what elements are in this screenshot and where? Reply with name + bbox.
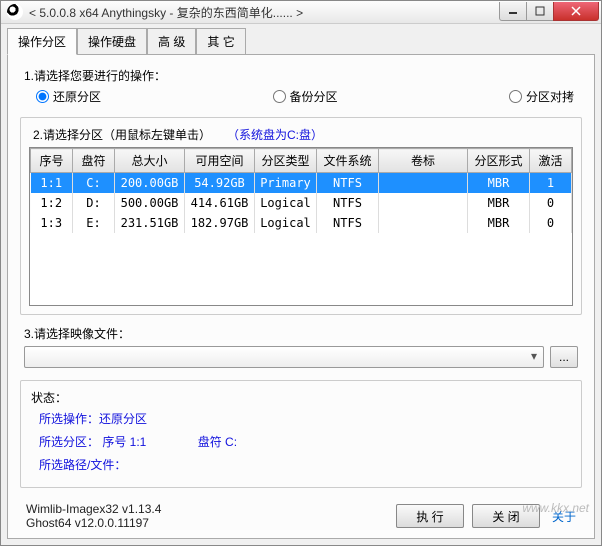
version-info: Wimlib-Imagex32 v1.13.4 Ghost64 v12.0.0.… bbox=[26, 502, 161, 530]
footer: Wimlib-Imagex32 v1.13.4 Ghost64 v12.0.0.… bbox=[20, 496, 582, 530]
cell-c6 bbox=[379, 213, 468, 233]
cell-c4: Logical bbox=[255, 193, 317, 213]
cell-c0: 1:3 bbox=[31, 213, 73, 233]
window-title: < 5.0.0.8 x64 Anythingsky - 复杂的东西简单化....… bbox=[29, 4, 500, 21]
tab-advanced[interactable]: 高 级 bbox=[147, 28, 196, 55]
cell-c2: 500.00GB bbox=[115, 193, 185, 213]
radio-restore[interactable]: 还原分区 bbox=[36, 88, 101, 105]
browse-button[interactable]: ... bbox=[550, 346, 578, 368]
cell-c0: 1:2 bbox=[31, 193, 73, 213]
col-index[interactable]: 序号 bbox=[31, 149, 73, 173]
step2-label: 2.请选择分区（用鼠标左键单击） bbox=[33, 126, 211, 143]
col-free[interactable]: 可用空间 bbox=[185, 149, 255, 173]
table-empty-area[interactable] bbox=[30, 233, 572, 305]
system-disk-hint: （系统盘为C:盘） bbox=[227, 126, 323, 143]
cell-c5: NTFS bbox=[317, 173, 379, 194]
partition-group: 2.请选择分区（用鼠标左键单击） （系统盘为C:盘） 序号 盘符 总大小 可用空… bbox=[20, 117, 582, 315]
cell-c6 bbox=[379, 173, 468, 194]
cell-c7: MBR bbox=[468, 193, 530, 213]
radio-backup[interactable]: 备份分区 bbox=[273, 88, 338, 105]
status-box: 状态： 所选操作：还原分区 所选分区： 序号 1:1 盘符 C: 所选路径/文件… bbox=[20, 380, 582, 488]
app-window: < 5.0.0.8 x64 Anythingsky - 复杂的东西简单化....… bbox=[0, 0, 602, 546]
cell-c7: MBR bbox=[468, 213, 530, 233]
partition-table[interactable]: 序号 盘符 总大小 可用空间 分区类型 文件系统 卷标 分区形式 激活 1:1C… bbox=[29, 147, 573, 306]
status-operation: 所选操作：还原分区 bbox=[39, 410, 571, 427]
cell-c7: MBR bbox=[468, 173, 530, 194]
cell-c4: Logical bbox=[255, 213, 317, 233]
radio-backup-input[interactable] bbox=[273, 90, 286, 103]
cell-c2: 231.51GB bbox=[115, 213, 185, 233]
tab-bar: 操作分区 操作硬盘 高 级 其 它 bbox=[7, 28, 595, 55]
status-path: 所选路径/文件： bbox=[39, 456, 571, 473]
col-fs[interactable]: 文件系统 bbox=[317, 149, 379, 173]
cell-c3: 182.97GB bbox=[185, 213, 255, 233]
table-row[interactable]: 1:3E:231.51GB182.97GBLogicalNTFS MBR0 bbox=[31, 213, 572, 233]
col-size[interactable]: 总大小 bbox=[115, 149, 185, 173]
cell-c1: E: bbox=[73, 213, 115, 233]
about-link[interactable]: 关于 bbox=[552, 508, 576, 525]
cell-c2: 200.00GB bbox=[115, 173, 185, 194]
maximize-button[interactable] bbox=[526, 2, 554, 21]
cell-c1: D: bbox=[73, 193, 115, 213]
radio-copy[interactable]: 分区对拷 bbox=[509, 88, 574, 105]
col-letter[interactable]: 盘符 bbox=[73, 149, 115, 173]
tab-panel: 1.请选择您要进行的操作： 还原分区 备份分区 分区对拷 2.请选择分区（用鼠标… bbox=[7, 54, 595, 539]
tab-disk[interactable]: 操作硬盘 bbox=[77, 28, 147, 55]
col-active[interactable]: 激活 bbox=[530, 149, 572, 173]
table-header-row: 序号 盘符 总大小 可用空间 分区类型 文件系统 卷标 分区形式 激活 bbox=[31, 149, 572, 173]
table-row[interactable]: 1:2D:500.00GB414.61GBLogicalNTFS MBR0 bbox=[31, 193, 572, 213]
tab-other[interactable]: 其 它 bbox=[196, 28, 245, 55]
cell-c3: 414.61GB bbox=[185, 193, 255, 213]
cell-c1: C: bbox=[73, 173, 115, 194]
table-row[interactable]: 1:1C:200.00GB54.92GBPrimaryNTFS MBR1 bbox=[31, 173, 572, 194]
cell-c0: 1:1 bbox=[31, 173, 73, 194]
titlebar[interactable]: < 5.0.0.8 x64 Anythingsky - 复杂的东西简单化....… bbox=[1, 1, 601, 24]
step3-label: 3.请选择映像文件： bbox=[24, 325, 582, 342]
cell-c5: NTFS bbox=[317, 193, 379, 213]
cell-c8: 0 bbox=[530, 213, 572, 233]
tab-partition[interactable]: 操作分区 bbox=[7, 28, 77, 55]
app-icon bbox=[7, 4, 23, 20]
close-button[interactable] bbox=[553, 2, 599, 21]
cell-c4: Primary bbox=[255, 173, 317, 194]
col-label[interactable]: 卷标 bbox=[379, 149, 468, 173]
close-app-button[interactable]: 关 闭 bbox=[472, 504, 540, 528]
image-path-combo[interactable] bbox=[24, 346, 544, 368]
cell-c8: 1 bbox=[530, 173, 572, 194]
step1-label: 1.请选择您要进行的操作： bbox=[24, 67, 582, 84]
col-ptype[interactable]: 分区类型 bbox=[255, 149, 317, 173]
execute-button[interactable]: 执 行 bbox=[396, 504, 464, 528]
radio-restore-input[interactable] bbox=[36, 90, 49, 103]
cell-c5: NTFS bbox=[317, 213, 379, 233]
cell-c8: 0 bbox=[530, 193, 572, 213]
status-label: 状态： bbox=[31, 389, 571, 406]
col-scheme[interactable]: 分区形式 bbox=[468, 149, 530, 173]
status-partition: 所选分区： 序号 1:1 盘符 C: bbox=[39, 433, 571, 450]
cell-c3: 54.92GB bbox=[185, 173, 255, 194]
cell-c6 bbox=[379, 193, 468, 213]
minimize-button[interactable] bbox=[499, 2, 527, 21]
radio-copy-input[interactable] bbox=[509, 90, 522, 103]
